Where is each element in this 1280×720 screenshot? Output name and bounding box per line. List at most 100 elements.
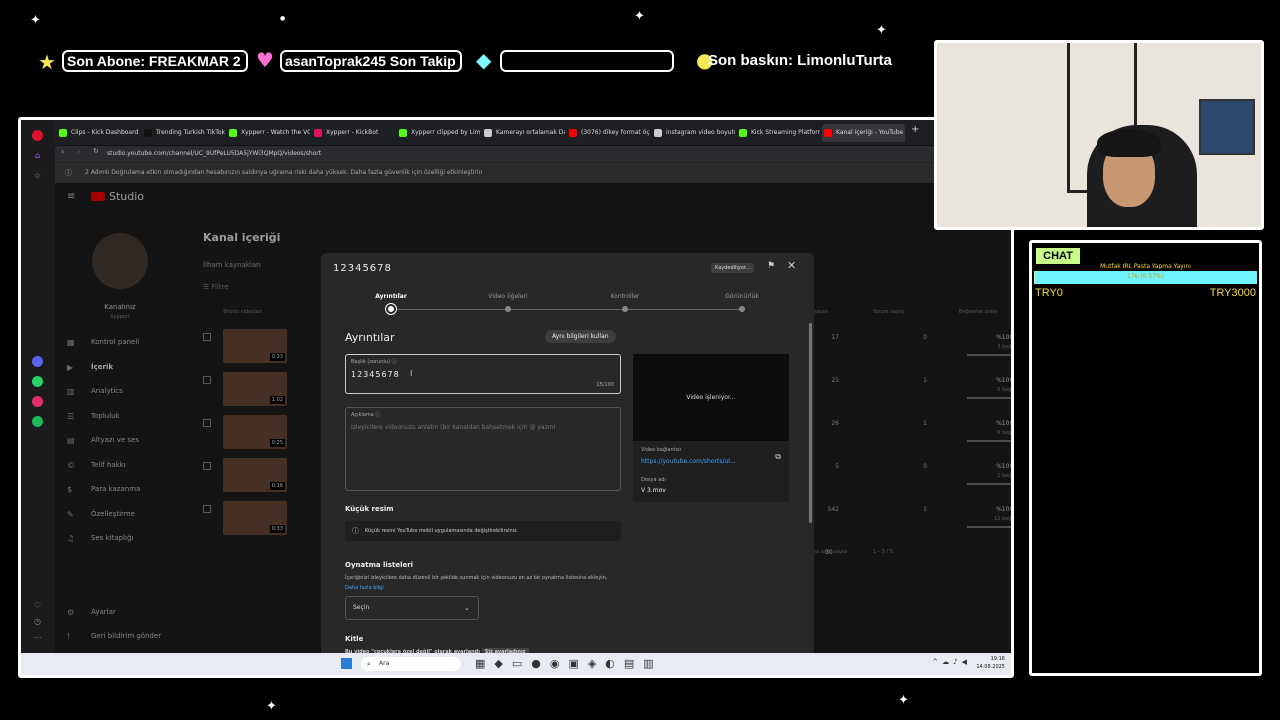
reuse-button[interactable]: Aynı bilgileri kullan xyxy=(545,330,616,343)
tab-favicon-icon xyxy=(654,129,662,137)
browser-tab[interactable]: (3076) dikey format öçü xyxy=(567,124,650,142)
tab-favicon-icon xyxy=(569,129,577,137)
playlist-select[interactable]: Seçin ⌄ xyxy=(345,596,479,620)
step-label[interactable]: Görünürlük xyxy=(718,293,766,300)
star-icon: ★ xyxy=(38,50,56,74)
heart-outline-icon[interactable]: ♡ xyxy=(32,600,43,611)
step-label[interactable]: Kontroller xyxy=(601,293,649,300)
feedback-icon[interactable]: ⚑ xyxy=(767,261,775,271)
reload-icon[interactable]: ↻ xyxy=(93,147,99,155)
browser-tab[interactable]: instagram video boyutu xyxy=(652,124,735,142)
thumbnail-info: ⓘ Küçük resmi YouTube mobil uygulamasınd… xyxy=(345,521,621,541)
help-icon: ⓘ xyxy=(375,412,381,418)
back-icon[interactable]: ‹ xyxy=(61,147,64,156)
tab-label: Trending Turkish TikTok xyxy=(156,129,225,136)
windows-start-icon[interactable] xyxy=(341,658,352,669)
chevron-down-icon: ⌄ xyxy=(464,604,470,612)
saving-badge: Kaydediliyor... xyxy=(711,263,755,273)
last-follow-text: asanToprak245 Son Takip xyxy=(285,53,456,69)
tab-favicon-icon xyxy=(144,129,152,137)
tab-favicon-icon xyxy=(59,129,67,137)
bookmark-icon[interactable]: ☆ xyxy=(32,170,43,181)
browser-window: ⌂ ☆ ♡ ◷ ⋯ Clips - Kick Dashboard Trending… xyxy=(18,117,1014,678)
dialog-title: 12345678 xyxy=(333,263,392,274)
close-icon[interactable]: ✕ xyxy=(787,259,796,272)
playlists-title: Oynatma listeleri xyxy=(345,561,414,569)
copy-icon[interactable]: ⧉ xyxy=(775,452,781,462)
browser-tab[interactable]: Xypperr clipped by Limo xyxy=(397,124,480,142)
video-link[interactable]: https://youtube.com/shorts/ul... xyxy=(641,458,736,465)
browser-tab[interactable]: Clips - Kick Dashboard xyxy=(57,124,140,142)
address-bar: ‹ › ↻ studio.youtube.com/channel/UC_9UfP… xyxy=(55,146,1011,162)
title-label: Başlık (zorunlu) xyxy=(351,359,390,365)
step-dot xyxy=(739,306,745,312)
goal-title: Mutfak IRL Pasta Yapma Yayını xyxy=(1100,263,1191,270)
step-dot xyxy=(622,306,628,312)
title-counter: 15/100 xyxy=(596,382,614,388)
browser-tab[interactable]: Kamerayı ortalamak Da xyxy=(482,124,565,142)
spotify-icon[interactable] xyxy=(32,416,43,427)
tab-favicon-icon xyxy=(314,129,322,137)
new-tab-icon[interactable]: + xyxy=(911,124,919,135)
step-label[interactable]: Ayrıntılar xyxy=(367,293,415,300)
step-label[interactable]: Video öğeleri xyxy=(484,293,532,300)
title-field[interactable]: Başlık (zorunlu) ⓘ 12345678 I 15/100 xyxy=(345,354,621,394)
taskbar-apps[interactable]: ▦◆▭●◉▣◈◐▤▥ xyxy=(475,657,663,670)
browser-tab[interactable]: Xypperr - Watch the VO xyxy=(227,124,310,142)
whatsapp-icon[interactable] xyxy=(32,376,43,387)
sparkle-icon: ✦ xyxy=(876,23,887,38)
file-name: V 3.mov xyxy=(641,487,666,494)
last-follow-pill: asanToprak245 Son Takip xyxy=(280,50,462,72)
browser-tab[interactable]: Kick Streaming Platform xyxy=(737,124,820,142)
step-dot xyxy=(386,304,396,314)
title-input[interactable]: 12345678 xyxy=(351,370,400,379)
tab-favicon-icon xyxy=(229,129,237,137)
video-preview-card: Video işleniyor... Video bağlantısı http… xyxy=(633,354,789,502)
security-warning: ⓘ 2 Adımlı Doğrulama etkin olmadığından … xyxy=(55,163,1011,183)
chat-header: CHAT xyxy=(1036,248,1080,264)
learn-more-link[interactable]: Daha fazla bilgi xyxy=(345,585,384,591)
goal-max: TRY3000 xyxy=(1209,287,1256,299)
dialog-scrollbar[interactable] xyxy=(809,323,812,523)
tab-strip: Clips - Kick Dashboard Trending Turkish T… xyxy=(55,120,1011,146)
tab-label: Clips - Kick Dashboard xyxy=(71,129,139,136)
instagram-icon[interactable] xyxy=(32,396,43,407)
history-icon[interactable]: ◷ xyxy=(32,616,43,627)
home-icon[interactable]: ⌂ xyxy=(32,150,43,161)
last-raid-text: Son baskın: LimonluTurta xyxy=(708,52,892,69)
diamond-icon: ◆ xyxy=(476,48,492,72)
forward-icon[interactable]: › xyxy=(77,147,80,156)
system-tray-icons[interactable]: ^☁♪◀ xyxy=(932,658,971,666)
goal-progress-text: 17₺ (0.57%) xyxy=(1126,273,1165,280)
desc-placeholder: İzleyicilere videonuzu anlatın (bir kana… xyxy=(351,424,556,431)
tab-favicon-icon xyxy=(399,129,407,137)
section-title: Ayrıntılar xyxy=(345,331,395,344)
stepper-line xyxy=(391,309,744,310)
taskbar-search[interactable]: ⌕ Ara xyxy=(361,657,461,671)
tab-label: Xypperr - Watch the VO xyxy=(241,129,310,136)
tab-label: Kanal içeriği - YouTube St xyxy=(836,129,905,136)
clock[interactable]: 19:16 14.08.2025 xyxy=(976,655,1005,671)
thumbnail-title: Küçük resim xyxy=(345,505,394,513)
browser-tab[interactable]: Trending Turkish TikTok xyxy=(142,124,225,142)
windows-taskbar: ⌕ Ara ▦◆▭●◉▣◈◐▤▥ ^☁♪◀ 19:16 14.08.2025 xyxy=(21,653,1011,675)
sparkle-icon: ✦ xyxy=(30,13,41,28)
tab-label: Xypperr - KickBot xyxy=(326,129,379,136)
warning-text: 2 Adımlı Doğrulama etkin olmadığından he… xyxy=(85,169,483,176)
tab-favicon-icon xyxy=(739,129,747,137)
upload-dialog: 12345678 Kaydediliyor... ⚑ ✕ Ayrıntılar V… xyxy=(321,253,814,675)
last-sub-text: Son Abone: FREAKMAR 2 xyxy=(67,53,241,69)
tab-label: Xypperr clipped by Limo xyxy=(411,129,480,136)
sparkle-icon: ✦ xyxy=(634,9,645,24)
description-field[interactable]: Açıklama ⓘ İzleyicilere videonuzu anlatı… xyxy=(345,407,621,491)
browser-tab[interactable]: Xypperr - KickBot xyxy=(312,124,395,142)
audience-title: Kitle xyxy=(345,635,364,643)
opera-icon[interactable] xyxy=(32,130,43,141)
heart-icon: ♥ xyxy=(256,48,274,72)
url-input[interactable]: studio.youtube.com/channel/UC_9UfPeLU5DA… xyxy=(107,148,867,160)
aria-icon[interactable] xyxy=(32,356,43,367)
more-icon[interactable]: ⋯ xyxy=(32,632,43,643)
playlists-desc-text: İçeriğinizi izleyicilere daha düzenli bi… xyxy=(345,575,608,581)
browser-tab[interactable]: Kanal içeriği - YouTube St xyxy=(822,124,905,142)
webcam-feed xyxy=(934,40,1264,230)
